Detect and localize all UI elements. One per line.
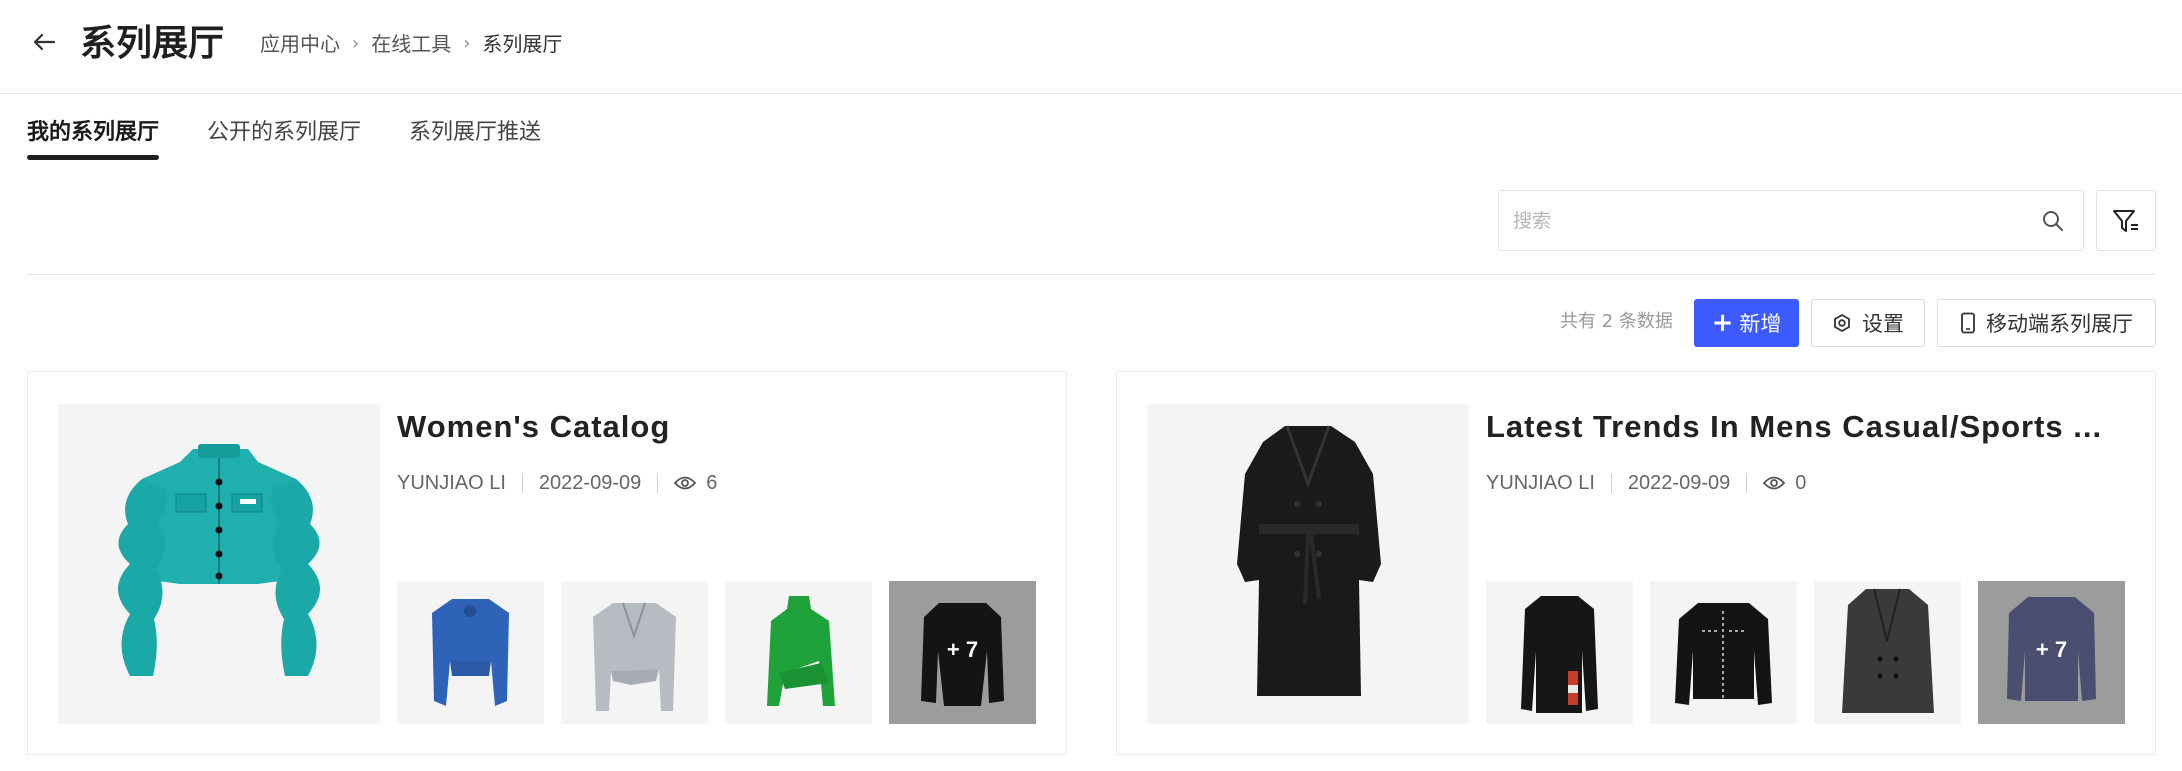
mobile-phone-icon	[1961, 312, 1975, 334]
tab-showroom-push[interactable]: 系列展厅推送	[409, 118, 541, 160]
thumbnail[interactable]	[1814, 581, 1961, 724]
black-trench-coat-image	[1237, 425, 1381, 696]
meta-divider	[521, 473, 523, 493]
card-date: 2022-09-09	[1627, 472, 1731, 494]
thumbnail[interactable]	[397, 581, 544, 724]
add-button[interactable]: + 新增	[1694, 299, 1799, 347]
card-meta: YUNJIAO LI 2022-09-09 6	[397, 470, 717, 496]
divider	[27, 274, 2156, 275]
breadcrumb-separator-icon: ›	[352, 33, 360, 54]
eye-icon	[674, 476, 697, 490]
cover-image[interactable]	[1147, 404, 1469, 724]
page-title: 系列展厅	[80, 23, 225, 64]
showroom-card[interactable]: Women's Catalog YUNJIAO LI 2022-09-09 6	[27, 371, 1067, 755]
thumbnail-more[interactable]: + 7	[889, 581, 1036, 724]
card-views: 6	[706, 472, 718, 494]
filter-button[interactable]	[2096, 190, 2156, 251]
settings-icon	[1834, 314, 1850, 332]
card-author: YUNJIAO LI	[1486, 472, 1595, 494]
eye-icon	[1763, 476, 1786, 490]
record-count: 共有 2 条数据	[1560, 311, 1673, 332]
card-meta: YUNJIAO LI 2022-09-09 0	[1486, 470, 1806, 496]
breadcrumb-online-tools[interactable]: 在线工具	[371, 30, 451, 58]
blue-jacket-image	[432, 599, 509, 706]
black-patch-jacket-image	[1521, 596, 1598, 713]
teal-jacket-image	[118, 444, 320, 676]
cover-image[interactable]	[58, 404, 380, 724]
thumbnail[interactable]	[1486, 581, 1633, 724]
card-title[interactable]: Latest Trends In Mens Casual/Sports ...	[1486, 407, 2126, 447]
search-box	[1498, 190, 2084, 251]
page-header: 系列展厅 应用中心 › 在线工具 › 系列展厅	[0, 0, 2182, 94]
more-count: + 7	[2035, 637, 2068, 662]
dark-blazer-image	[1842, 588, 1934, 713]
more-count: + 7	[946, 637, 979, 662]
mobile-showroom-button[interactable]: 移动端系列展厅	[1937, 299, 2156, 347]
breadcrumb-app-center[interactable]: 应用中心	[260, 30, 340, 58]
showroom-card[interactable]: Latest Trends In Mens Casual/Sports ... …	[1116, 371, 2156, 755]
thumbnail-strip: + 7	[1486, 581, 2125, 724]
mobile-showroom-label: 移动端系列展厅	[1986, 312, 2133, 336]
filter-icon	[2113, 209, 2138, 232]
thumbnail-strip: + 7	[397, 581, 1036, 724]
breadcrumb-current: 系列展厅	[482, 32, 563, 56]
add-button-label: 新增	[1739, 312, 1782, 336]
meta-divider	[1610, 473, 1612, 493]
tab-my-showrooms[interactable]: 我的系列展厅	[27, 118, 160, 160]
grey-blazer-image	[593, 602, 676, 711]
tab-bar: 我的系列展厅 公开的系列展厅 系列展厅推送	[27, 118, 589, 160]
thumbnail[interactable]	[725, 581, 872, 724]
settings-button-label: 设置	[1862, 312, 1904, 336]
green-top-image	[767, 596, 835, 706]
thumbnail-more[interactable]: + 7	[1978, 581, 2125, 724]
settings-button[interactable]: 设置	[1811, 299, 1925, 347]
breadcrumb: 应用中心 › 在线工具 › 系列展厅	[260, 30, 562, 58]
black-denim-jacket-image	[1675, 603, 1772, 705]
search-input[interactable]	[1513, 191, 2013, 250]
meta-divider	[1746, 473, 1748, 493]
breadcrumb-separator-icon: ›	[463, 33, 471, 54]
card-author: YUNJIAO LI	[397, 472, 506, 494]
thumbnail[interactable]	[1650, 581, 1797, 724]
card-title[interactable]: Women's Catalog	[397, 407, 1037, 447]
card-views: 0	[1795, 472, 1807, 494]
card-date: 2022-09-09	[538, 472, 642, 494]
thumbnail[interactable]	[561, 581, 708, 724]
tab-public-showrooms[interactable]: 公开的系列展厅	[207, 118, 361, 160]
meta-divider	[657, 473, 659, 493]
search-icon[interactable]	[2041, 209, 2065, 233]
back-arrow-icon[interactable]	[30, 28, 58, 56]
plus-icon: +	[1711, 308, 1734, 338]
